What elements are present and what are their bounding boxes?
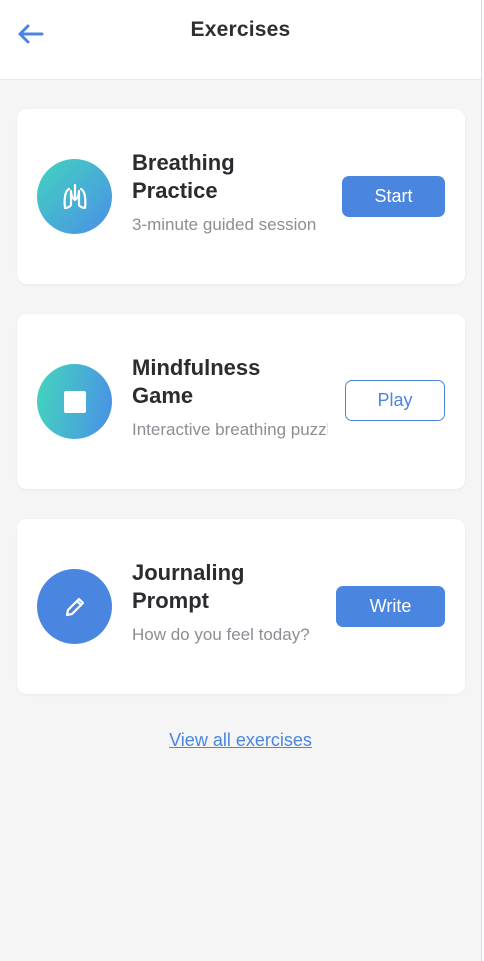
breathing-icon-badge [37, 159, 112, 234]
exercise-card-breathing: Breathing Practice 3-minute guided sessi… [17, 109, 465, 284]
exercise-card-mindfulness: Mindfulness Game Interactive breathing p… [17, 314, 465, 489]
exercise-title: Journaling Prompt [132, 560, 245, 613]
page-title: Exercises [190, 18, 291, 41]
journaling-icon-badge [37, 569, 112, 644]
mindfulness-icon-badge [37, 364, 112, 439]
exercise-card-journaling: Journaling Prompt How do you feel today?… [17, 519, 465, 694]
view-all-container: View all exercises [0, 730, 481, 751]
play-button[interactable]: Play [345, 380, 445, 421]
app-header: Exercises [0, 0, 481, 80]
exercise-subtitle: Interactive breathing puzzle [132, 420, 328, 439]
exercise-subtitle: 3-minute guided session [132, 215, 317, 234]
square-icon [63, 390, 86, 413]
lungs-icon [63, 183, 86, 209]
exercise-title: Mindfulness Game [132, 355, 261, 408]
pencil-icon [65, 597, 84, 616]
start-button[interactable]: Start [342, 176, 445, 217]
exercise-title: Breathing Practice [132, 150, 235, 203]
write-button[interactable]: Write [336, 586, 445, 627]
view-all-exercises-link[interactable]: View all exercises [169, 730, 312, 750]
exercise-subtitle: How do you feel today? [132, 625, 310, 644]
